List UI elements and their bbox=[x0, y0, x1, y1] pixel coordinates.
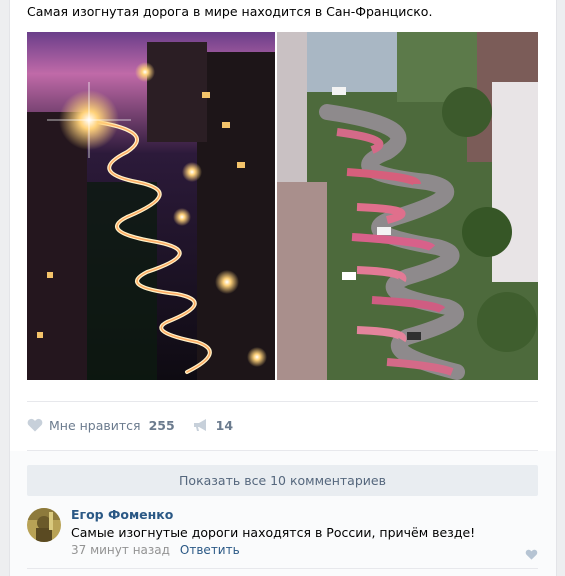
post-photo-day[interactable] bbox=[277, 32, 538, 380]
night-street-photo bbox=[27, 32, 275, 380]
show-all-comments-button[interactable]: Показать все 10 комментариев bbox=[27, 465, 538, 496]
share-count: 14 bbox=[215, 417, 234, 433]
heart-icon bbox=[525, 549, 538, 560]
like-count: 255 bbox=[148, 417, 175, 433]
like-button[interactable]: Мне нравится 255 bbox=[27, 418, 175, 433]
divider bbox=[27, 568, 538, 569]
comment-meta: 37 минут назад Ответить bbox=[71, 543, 240, 557]
comment-like-button[interactable] bbox=[525, 545, 538, 564]
post-actions: Мне нравится 255 14 bbox=[27, 416, 233, 434]
avatar[interactable] bbox=[27, 508, 61, 542]
divider bbox=[27, 401, 538, 402]
comment-author[interactable]: Егор Фоменко bbox=[71, 507, 173, 522]
comments-divider bbox=[27, 450, 538, 451]
heart-icon bbox=[27, 418, 43, 432]
like-label: Мне нравится bbox=[49, 417, 141, 433]
share-button[interactable]: 14 bbox=[193, 418, 233, 433]
flower-street-photo bbox=[277, 32, 538, 380]
comment-time[interactable]: 37 минут назад bbox=[71, 543, 170, 557]
comment-text: Самые изогнутые дороги находятся в Росси… bbox=[71, 525, 476, 540]
photo-grid bbox=[27, 32, 538, 380]
megaphone-icon bbox=[193, 419, 206, 431]
post-photo-night[interactable] bbox=[27, 32, 275, 380]
post-card: Самая изогнутая дорога в мире находится … bbox=[9, 0, 557, 576]
avatar-image bbox=[27, 508, 61, 542]
post-text: Самая изогнутая дорога в мире находится … bbox=[27, 4, 433, 19]
reply-link[interactable]: Ответить bbox=[180, 543, 240, 557]
